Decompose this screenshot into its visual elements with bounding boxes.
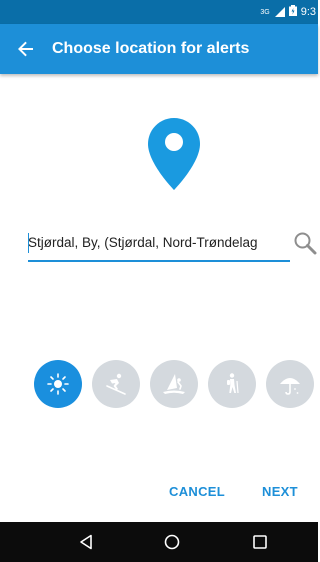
text-cursor — [28, 233, 29, 253]
cancel-button[interactable]: CANCEL — [169, 484, 225, 499]
next-button[interactable]: NEXT — [262, 484, 298, 499]
skiing-icon — [106, 373, 126, 395]
activity-hiking-button[interactable] — [208, 360, 256, 408]
location-pin-icon — [148, 118, 200, 190]
umbrella-icon — [280, 378, 300, 395]
home-circle-icon[interactable] — [162, 532, 182, 552]
page-title: Choose location for alerts — [52, 40, 250, 57]
hiking-icon — [227, 373, 239, 394]
app-bar: Choose location for alerts — [0, 24, 318, 74]
arrow-back-icon[interactable] — [0, 24, 52, 74]
activity-umbrella-button[interactable] — [266, 360, 314, 408]
signal-icon — [274, 7, 285, 17]
status-bar: 3G 9:3 — [0, 0, 318, 24]
activity-selector — [34, 360, 318, 408]
navigation-bar — [0, 522, 318, 562]
clock: 9:3 — [300, 6, 316, 18]
search-underline — [28, 260, 290, 262]
recents-square-icon[interactable] — [250, 532, 270, 552]
back-triangle-icon[interactable] — [76, 532, 96, 552]
search-input[interactable]: Stjørdal, By, (Stjørdal, Nord-Trøndelag — [28, 235, 290, 250]
activity-skiing-button[interactable] — [92, 360, 140, 408]
activity-windsurf-button[interactable] — [150, 360, 198, 408]
activity-sun-button[interactable] — [34, 360, 82, 408]
sun-icon — [47, 373, 69, 395]
battery-icon — [288, 5, 297, 19]
location-search-field[interactable]: Stjørdal, By, (Stjørdal, Nord-Trøndelag — [28, 228, 318, 262]
dialog-buttons: CANCEL NEXT — [0, 484, 318, 502]
network-type: 3G — [260, 8, 270, 16]
search-icon[interactable] — [293, 231, 317, 255]
windsurf-icon — [163, 374, 185, 394]
